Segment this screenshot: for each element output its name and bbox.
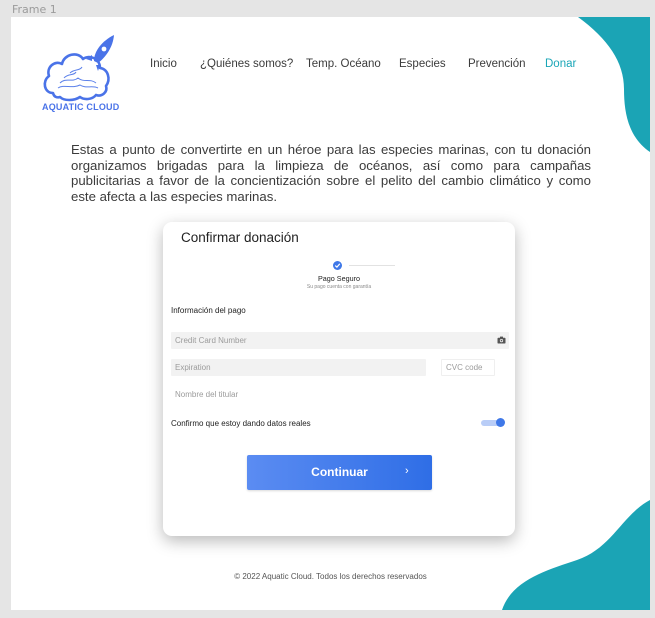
expiration-placeholder: Expiration	[175, 363, 211, 372]
step-label: Pago Seguro	[318, 274, 360, 283]
toggle-knob	[496, 418, 505, 427]
card-number-field[interactable]: Credit Card Number	[171, 332, 509, 349]
card-title: Confirmar donación	[181, 230, 299, 245]
frame-label: Frame 1	[12, 3, 57, 16]
nav-item-temp-oceano[interactable]: Temp. Océano	[306, 58, 381, 70]
confirm-toggle[interactable]	[481, 418, 505, 427]
decorative-wave-top	[578, 17, 650, 152]
donation-card: Confirmar donación Pago Seguro Su pago c…	[163, 222, 515, 536]
camera-icon[interactable]	[497, 336, 506, 344]
nav-item-donar[interactable]: Donar	[545, 58, 576, 70]
decorative-wave-bottom	[502, 500, 650, 610]
cvc-placeholder: CVC code	[446, 363, 483, 372]
intro-text: Estas a punto de convertirte en un héroe…	[71, 142, 591, 204]
expiration-field[interactable]: Expiration	[171, 359, 426, 376]
continue-button[interactable]: Continuar ›	[247, 455, 432, 490]
footer-text: © 2022 Aquatic Cloud. Todos los derechos…	[234, 572, 427, 581]
check-icon	[333, 261, 342, 270]
confirm-label: Confirmo que estoy dando datos reales	[171, 419, 311, 428]
page-frame: AQUATIC CLOUD Inicio ¿Quiénes somos? Tem…	[11, 17, 650, 610]
chevron-right-icon: ›	[405, 465, 409, 477]
brand-name: AQUATIC CLOUD	[42, 102, 120, 112]
cardholder-name-placeholder: Nombre del titular	[175, 390, 239, 399]
cardholder-name-field[interactable]: Nombre del titular	[171, 386, 371, 403]
nav-item-prevencion[interactable]: Prevención	[468, 58, 526, 70]
section-title: Información del pago	[171, 306, 246, 315]
cvc-field[interactable]: CVC code	[441, 359, 495, 376]
nav-item-inicio[interactable]: Inicio	[150, 58, 177, 70]
card-number-placeholder: Credit Card Number	[175, 336, 247, 345]
step-sublabel: Su pago cuenta con garantía	[306, 284, 372, 290]
nav-item-quienes-somos[interactable]: ¿Quiénes somos?	[200, 58, 293, 70]
step-progress-line	[349, 265, 395, 266]
nav-item-especies[interactable]: Especies	[399, 58, 446, 70]
